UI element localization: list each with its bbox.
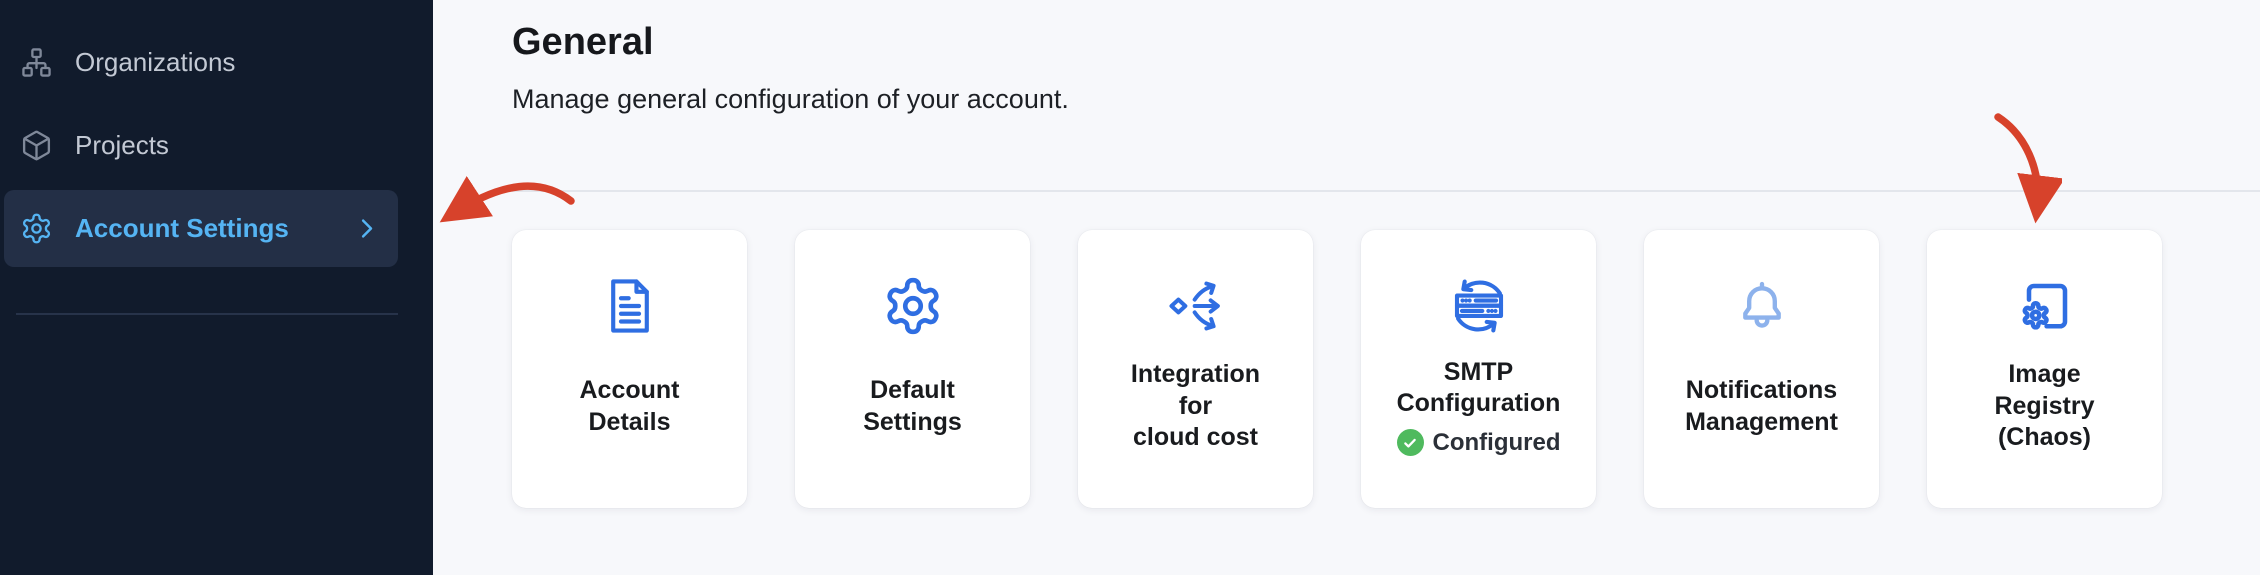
section-divider: [512, 190, 2260, 192]
page-title: General: [512, 20, 2260, 66]
gear-icon: [882, 272, 944, 340]
org-chart-icon: [20, 46, 53, 79]
card-body: SMTP Configuration Configured: [1397, 357, 1561, 457]
cube-icon: [20, 129, 53, 162]
status-badge: Configured: [1397, 429, 1561, 457]
card-account-details[interactable]: Account Details: [512, 230, 747, 508]
sidebar-item-label: Projects: [75, 130, 169, 161]
sidebar-item-label: Account Settings: [75, 213, 289, 244]
bell-icon: [1733, 272, 1791, 340]
card-title: Default Settings: [863, 375, 962, 438]
card-image-registry-chaos[interactable]: Image Registry (Chaos): [1927, 230, 2162, 508]
card-title: Integration for cloud cost: [1131, 359, 1260, 454]
main-content: General Manage general configuration of …: [433, 0, 2260, 575]
card-body: Notifications Management: [1685, 375, 1838, 438]
sidebar-divider: [16, 313, 398, 315]
registry-gear-icon: [2013, 272, 2077, 340]
server-sync-icon: [1446, 272, 1512, 340]
card-body: Default Settings: [863, 375, 962, 438]
gear-icon: [20, 212, 53, 245]
card-title: Account Details: [580, 375, 680, 438]
sidebar: Organizations Projects Account Settings: [0, 0, 433, 575]
card-title: Image Registry (Chaos): [1994, 359, 2094, 454]
card-body: Integration for cloud cost: [1131, 359, 1260, 454]
card-default-settings[interactable]: Default Settings: [795, 230, 1030, 508]
card-integration-cloud-cost[interactable]: Integration for cloud cost: [1078, 230, 1313, 508]
card-body: Image Registry (Chaos): [1994, 359, 2094, 454]
card-smtp-configuration[interactable]: SMTP Configuration Configured: [1361, 230, 1596, 508]
split-arrows-icon: [1164, 272, 1228, 340]
card-title: SMTP Configuration: [1397, 357, 1561, 420]
card-title: Notifications Management: [1685, 375, 1838, 438]
document-icon: [599, 272, 661, 340]
card-notifications-management[interactable]: Notifications Management: [1644, 230, 1879, 508]
sidebar-item-organizations[interactable]: Organizations: [4, 24, 398, 101]
sidebar-item-label: Organizations: [75, 47, 235, 78]
sidebar-item-account-settings[interactable]: Account Settings: [4, 190, 398, 267]
chevron-right-icon: [353, 215, 380, 242]
card-body: Account Details: [580, 375, 680, 438]
check-circle-icon: [1397, 429, 1424, 456]
sidebar-item-projects[interactable]: Projects: [4, 107, 398, 184]
status-label: Configured: [1433, 429, 1561, 457]
settings-card-grid: Account Details Default Settings Integra…: [512, 230, 2260, 508]
page-subtitle: Manage general configuration of your acc…: [512, 84, 2260, 115]
